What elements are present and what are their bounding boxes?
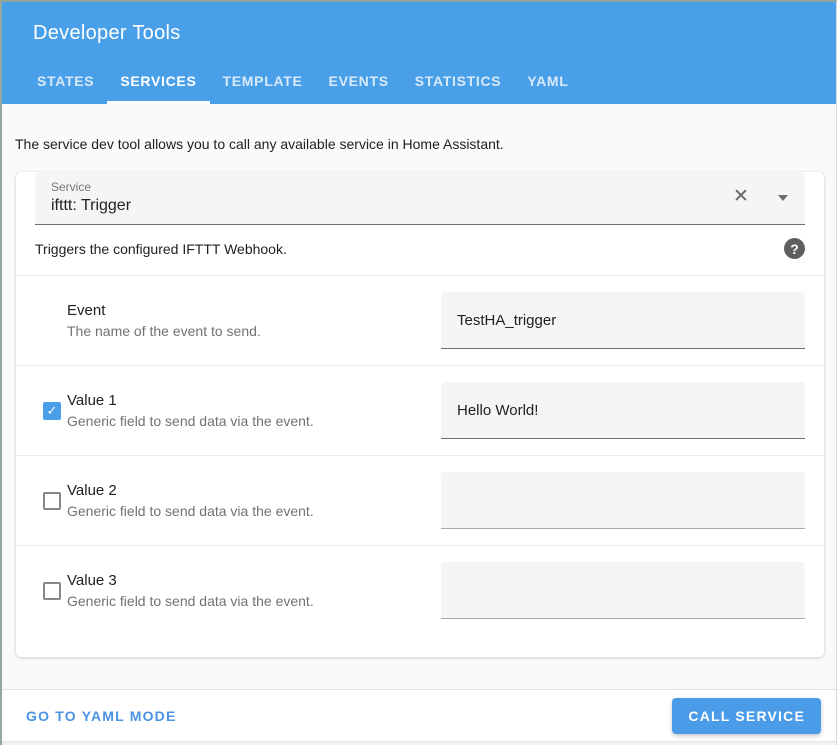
help-icon[interactable]: ? (784, 238, 805, 259)
service-picker[interactable]: Service ifttt: Trigger ✕ (35, 172, 805, 225)
developer-tools-screen: Developer Tools STATES SERVICES TEMPLATE… (0, 0, 837, 745)
service-picker-label: Service (51, 180, 789, 194)
service-description: Triggers the configured IFTTT Webhook. (35, 241, 287, 257)
tab-statistics[interactable]: STATISTICS (402, 58, 515, 104)
service-picker-value: ifttt: Trigger (51, 197, 789, 215)
field-title: Value 3 (67, 572, 429, 589)
footer: GO TO YAML MODE CALL SERVICE (2, 689, 836, 741)
page-title: Developer Tools (2, 2, 836, 45)
event-input[interactable] (441, 292, 805, 349)
checkbox-column: ✓ (30, 582, 67, 600)
field-text: Event The name of the event to send. (67, 302, 441, 339)
tab-bar: STATES SERVICES TEMPLATE EVENTS STATISTI… (24, 58, 582, 104)
app-header: Developer Tools STATES SERVICES TEMPLATE… (2, 2, 836, 104)
field-text: Value 1 Generic field to send data via t… (67, 392, 441, 429)
value3-checkbox[interactable]: ✓ (43, 582, 61, 600)
tab-events[interactable]: EVENTS (316, 58, 402, 104)
value3-input[interactable] (441, 562, 805, 619)
check-icon: ✓ (47, 402, 58, 420)
field-row-value1: ✓ Value 1 Generic field to send data via… (16, 365, 824, 455)
value1-checkbox[interactable]: ✓ (43, 402, 61, 420)
field-row-value3: ✓ Value 3 Generic field to send data via… (16, 545, 824, 635)
checkbox-column: ✓ (30, 492, 67, 510)
checkbox-column: ✓ (30, 402, 67, 420)
tab-services[interactable]: SERVICES (107, 58, 209, 104)
close-icon[interactable]: ✕ (728, 184, 754, 210)
bottom-strip (2, 741, 836, 745)
field-description: The name of the event to send. (67, 323, 429, 339)
field-description: Generic field to send data via the event… (67, 593, 429, 609)
field-description: Generic field to send data via the event… (67, 503, 429, 519)
checkbox-column: ✓ (30, 312, 67, 330)
value2-input[interactable] (441, 472, 805, 529)
field-text: Value 3 Generic field to send data via t… (67, 572, 441, 609)
tab-template[interactable]: TEMPLATE (210, 58, 316, 104)
field-title: Event (67, 302, 429, 319)
field-description: Generic field to send data via the event… (67, 413, 429, 429)
field-row-event: ✓ Event The name of the event to send. (16, 275, 824, 365)
chevron-down-icon[interactable] (778, 195, 788, 201)
tab-yaml[interactable]: YAML (514, 58, 581, 104)
field-title: Value 1 (67, 392, 429, 409)
field-title: Value 2 (67, 482, 429, 499)
go-to-yaml-mode-button[interactable]: GO TO YAML MODE (26, 708, 177, 724)
service-description-row: Triggers the configured IFTTT Webhook. ? (16, 225, 824, 275)
main-content: The service dev tool allows you to call … (2, 104, 836, 689)
field-text: Value 2 Generic field to send data via t… (67, 482, 441, 519)
service-card: Service ifttt: Trigger ✕ Triggers the co… (16, 172, 824, 657)
field-row-value2: ✓ Value 2 Generic field to send data via… (16, 455, 824, 545)
call-service-button[interactable]: CALL SERVICE (672, 698, 821, 734)
tab-states[interactable]: STATES (24, 58, 107, 104)
value1-input[interactable] (441, 382, 805, 439)
value2-checkbox[interactable]: ✓ (43, 492, 61, 510)
intro-text: The service dev tool allows you to call … (2, 104, 836, 152)
